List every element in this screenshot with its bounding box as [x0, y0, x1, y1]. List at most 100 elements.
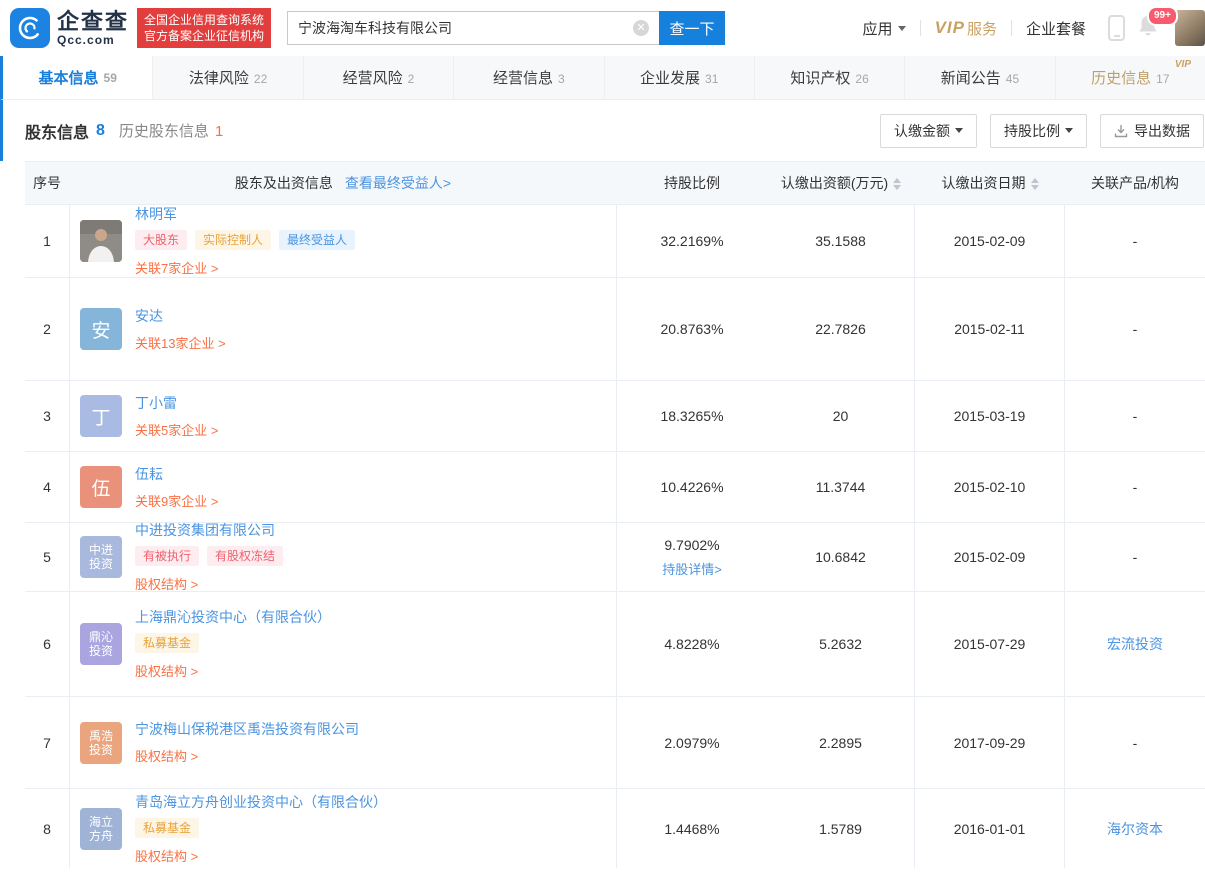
menu-vip-service[interactable]: VIP 服务 [921, 18, 1011, 39]
shareholder-info: 青岛海立方舟创业投资中心（有限合伙）私募基金股权结构 > [135, 793, 387, 865]
tab-label: 知识产权 [790, 67, 850, 88]
shareholder-name-link[interactable]: 林明军 [135, 205, 363, 223]
related-product-link[interactable]: 宏流投资 [1107, 634, 1163, 654]
shareholder-cell: 鼎沁投资上海鼎沁投资中心（有限合伙）私募基金股权结构 > [69, 592, 617, 696]
tab-新闻公告[interactable]: 新闻公告45 [905, 56, 1055, 99]
tab-企业发展[interactable]: 企业发展31 [605, 56, 755, 99]
export-data-button[interactable]: 导出数据 [1100, 114, 1204, 148]
menu-apps[interactable]: 应用 [849, 18, 920, 39]
shareholder-links: 股权结构 > [135, 574, 291, 593]
date-cell: 2017-09-29 [915, 697, 1065, 788]
shareholder-tags: 有被执行有股权冻结 [135, 546, 291, 566]
view-ultimate-beneficiary-link[interactable]: 查看最终受益人> [345, 173, 451, 193]
related-empty-value: - [1133, 549, 1138, 565]
shareholder-name-link[interactable]: 青岛海立方舟创业投资中心（有限合伙） [135, 793, 387, 811]
vip-suffix-label: 服务 [967, 18, 997, 39]
clear-search-icon[interactable]: ✕ [633, 20, 649, 36]
search-input[interactable] [287, 11, 659, 45]
ratio-value: 32.2169% [660, 233, 723, 249]
amount-cell: 35.1588 [767, 205, 915, 277]
shareholder-cell: 禹浩投资宁波梅山保税港区禹浩投资有限公司股权结构 > [69, 697, 617, 788]
qcc-logo[interactable]: 企查查 Qcc.com [10, 8, 129, 48]
table-row: 2安安达关联13家企业 >20.8763%22.78262015-02-11- [25, 277, 1205, 380]
related-product-link[interactable]: 海尔资本 [1107, 819, 1163, 839]
row-index: 4 [25, 452, 69, 522]
tab-经营信息[interactable]: 经营信息3 [454, 56, 604, 99]
download-icon [1114, 124, 1128, 138]
related-cell: - [1065, 452, 1205, 522]
holding-detail-link[interactable]: 持股详情> [662, 559, 722, 578]
tab-bar: 基本信息 59 法律风险22经营风险2经营信息3企业发展31 知识产权 26 新闻公告45… [0, 56, 1205, 100]
shareholder-name-link[interactable]: 安达 [135, 307, 240, 325]
table-row: 7禹浩投资宁波梅山保税港区禹浩投资有限公司股权结构 >2.0979%2.2895… [25, 696, 1205, 788]
mobile-app-icon[interactable] [1108, 15, 1125, 41]
qcc-logo-icon [10, 8, 50, 48]
related-companies-link[interactable]: 关联7家企业 > [135, 258, 218, 277]
shareholder-text-avatar: 丁 [80, 395, 122, 437]
shareholder-text-avatar: 禹浩投资 [80, 722, 122, 764]
logo-title-en: Qcc.com [57, 34, 129, 47]
column-header-date[interactable]: 认缴出资日期 [915, 173, 1065, 193]
ratio-cell: 18.3265% [617, 381, 767, 451]
shareholder-cell: 中进投资中进投资集团有限公司有被执行有股权冻结股权结构 > [69, 523, 617, 591]
row-index: 1 [25, 205, 69, 277]
related-empty-value: - [1133, 408, 1138, 424]
related-companies-link[interactable]: 股权结构 > [135, 661, 198, 680]
tab-count: 59 [104, 71, 117, 85]
tag-私募基金: 私募基金 [135, 633, 199, 653]
table-row: 6鼎沁投资上海鼎沁投资中心（有限合伙）私募基金股权结构 >4.8228%5.26… [25, 591, 1205, 696]
related-empty-value: - [1133, 233, 1138, 249]
related-companies-link[interactable]: 关联5家企业 > [135, 420, 218, 439]
tab-历史信息[interactable]: 历史信息17VIP [1056, 56, 1205, 99]
search-button[interactable]: 查一下 [659, 11, 725, 45]
tab-经营风险[interactable]: 经营风险2 [304, 56, 454, 99]
ratio-value: 2.0979% [664, 735, 719, 751]
tab-count: 2 [408, 72, 415, 86]
tab-知识产权[interactable]: 知识产权 26 [755, 56, 905, 99]
sort-icon[interactable] [893, 178, 901, 190]
table-row: 4伍伍耘关联9家企业 >10.4226%11.37442015-02-10- [25, 451, 1205, 522]
menu-enterprise-package[interactable]: 企业套餐 [1012, 18, 1100, 39]
related-companies-link[interactable]: 关联13家企业 > [135, 333, 226, 352]
tab-法律风险[interactable]: 法律风险22 [153, 56, 303, 99]
tab-label: 经营信息 [493, 67, 553, 88]
related-companies-link[interactable]: 股权结构 > [135, 574, 198, 593]
tab-count: 26 [855, 72, 868, 86]
shareholder-cell: 伍伍耘关联9家企业 > [69, 452, 617, 522]
shareholder-cell: 安安达关联13家企业 > [69, 278, 617, 380]
amount-cell: 10.6842 [767, 523, 915, 591]
tab-基本信息[interactable]: 基本信息 59 [3, 56, 153, 99]
row-index: 7 [25, 697, 69, 788]
related-companies-link[interactable]: 股权结构 > [135, 846, 198, 865]
related-companies-link[interactable]: 股权结构 > [135, 746, 198, 765]
sort-icon[interactable] [1031, 178, 1039, 190]
notification-count-badge: 99+ [1147, 6, 1178, 26]
row-index: 8 [25, 789, 69, 868]
tab-count: 45 [1006, 72, 1019, 86]
menu-apps-label: 应用 [863, 18, 893, 39]
tab-label: 基本信息 [39, 67, 99, 88]
shareholder-name-link[interactable]: 上海鼎沁投资中心（有限合伙） [135, 608, 331, 626]
amount-cell: 2.2895 [767, 697, 915, 788]
sort-by-amount-dropdown[interactable]: 认缴金额 [880, 114, 977, 148]
related-companies-link[interactable]: 关联9家企业 > [135, 491, 218, 510]
ratio-value: 4.8228% [664, 636, 719, 652]
table-row: 3丁丁小雷关联5家企业 >18.3265%202015-03-19- [25, 380, 1205, 451]
shareholder-name-link[interactable]: 宁波梅山保税港区禹浩投资有限公司 [135, 720, 359, 738]
sort-by-ratio-dropdown[interactable]: 持股比例 [990, 114, 1087, 148]
history-shareholders-label: 历史股东信息 [119, 123, 209, 140]
tab-count: 17 [1156, 72, 1169, 86]
user-avatar[interactable] [1175, 10, 1205, 46]
related-empty-value: - [1133, 735, 1138, 751]
shareholder-name-link[interactable]: 丁小雷 [135, 394, 232, 412]
shareholder-name-link[interactable]: 伍耘 [135, 465, 232, 483]
shareholder-tags: 私募基金 [135, 633, 331, 653]
date-cell: 2015-07-29 [915, 592, 1065, 696]
shareholder-column-label: 股东及出资信息 [235, 173, 333, 193]
table-row: 5中进投资中进投资集团有限公司有被执行有股权冻结股权结构 >9.7902%持股详… [25, 522, 1205, 591]
notifications-bell[interactable]: 99+ [1137, 14, 1159, 43]
shareholder-info: 安达关联13家企业 > [135, 307, 240, 352]
column-header-amount[interactable]: 认缴出资额(万元) [767, 173, 915, 193]
shareholder-name-link[interactable]: 中进投资集团有限公司 [135, 521, 291, 539]
tab-history-shareholders[interactable]: 历史股东信息1 [119, 120, 223, 141]
